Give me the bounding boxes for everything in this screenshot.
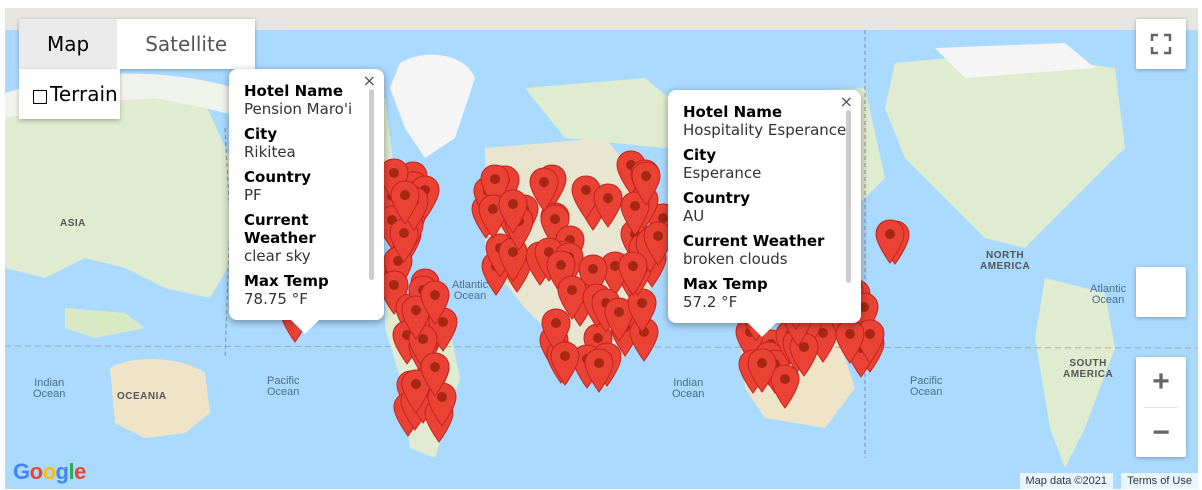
map-marker[interactable] [419,280,451,326]
google-logo: Google [13,459,86,484]
fullscreen-button[interactable] [1136,19,1186,69]
country-value: PF [244,186,262,204]
terms-of-use-link[interactable]: Terms of Use [1121,473,1198,489]
label-oceania: OCEANIA [117,391,167,402]
map-marker[interactable] [834,319,866,365]
map-marker[interactable] [617,251,649,297]
label-atlantic-right: Atlantic Ocean [1090,283,1127,306]
label-south-america: SOUTH AMERICA [1063,358,1114,380]
map-marker[interactable] [549,341,581,387]
close-icon[interactable]: × [363,71,376,90]
map-marker[interactable] [592,183,624,229]
weather-label: Current Weather [244,211,316,247]
scrollbar[interactable] [369,89,374,280]
hotel-name-value: Pension Maro'i [244,100,353,118]
max-temp-value: 78.75 °F [244,290,308,308]
scrollbar[interactable] [846,110,851,283]
city-value: Esperance [683,164,762,182]
max-temp-label: Max Temp [244,272,329,290]
zoom-in-button[interactable]: + [1136,357,1186,407]
label-asia: ASIA [60,218,86,229]
info-window-esperance: × Hotel Name Hospitality Esperance City … [668,90,861,337]
fullscreen-icon [1150,33,1172,55]
zoom-control: + − [1136,357,1186,457]
map-base [5,8,1198,468]
max-temp-value: 57.2 °F [683,293,738,311]
map-marker[interactable] [389,180,421,226]
map-marker[interactable] [746,348,778,394]
terrain-label: Terrain [50,82,118,106]
map-marker[interactable] [419,352,451,398]
country-label: Country [244,168,312,186]
label-indian-left: Indian Ocean [33,377,66,400]
terrain-checkbox[interactable] [33,90,47,104]
map-marker[interactable] [874,219,906,265]
hotel-name-value: Hospitality Esperance [683,121,847,139]
street-view-button[interactable] [1136,267,1186,317]
zoom-out-button[interactable]: − [1136,408,1186,457]
terrain-toggle[interactable]: Terrain [19,69,120,119]
map-data-attribution: Map data ©2021 [1019,473,1113,489]
weather-label: Current Weather [683,232,825,250]
hotel-name-label: Hotel Name [683,103,783,121]
city-value: Rikitea [244,143,296,161]
info-window-rikitea: × Hotel Name Pension Maro'i City Rikitea… [229,69,384,334]
map-marker[interactable] [497,189,529,235]
country-label: Country [683,189,751,207]
map-type-control: Map Satellite [19,19,256,69]
label-indian-mid: Indian Ocean [672,377,705,400]
popup-tail [748,323,776,337]
label-north-america: NORTH AMERICA [980,250,1031,272]
map-marker[interactable] [630,161,662,207]
map-type-map-button[interactable]: Map [19,19,118,69]
popup-tail [291,320,319,334]
country-value: AU [683,207,705,225]
hotel-name-label: Hotel Name [244,82,344,100]
close-icon[interactable]: × [840,92,853,111]
map-type-satellite-button[interactable]: Satellite [117,19,255,69]
city-label: City [244,125,278,143]
max-temp-label: Max Temp [683,275,768,293]
label-pacific-left: Pacific Ocean [267,375,300,398]
city-label: City [683,146,717,164]
label-pacific-right: Pacific Ocean [910,375,943,398]
map-canvas[interactable]: ASIA OCEANIA NORTH AMERICA SOUTH AMERICA… [5,8,1198,489]
weather-value: clear sky [244,247,311,265]
map-marker[interactable] [583,348,615,394]
weather-value: broken clouds [683,250,788,268]
